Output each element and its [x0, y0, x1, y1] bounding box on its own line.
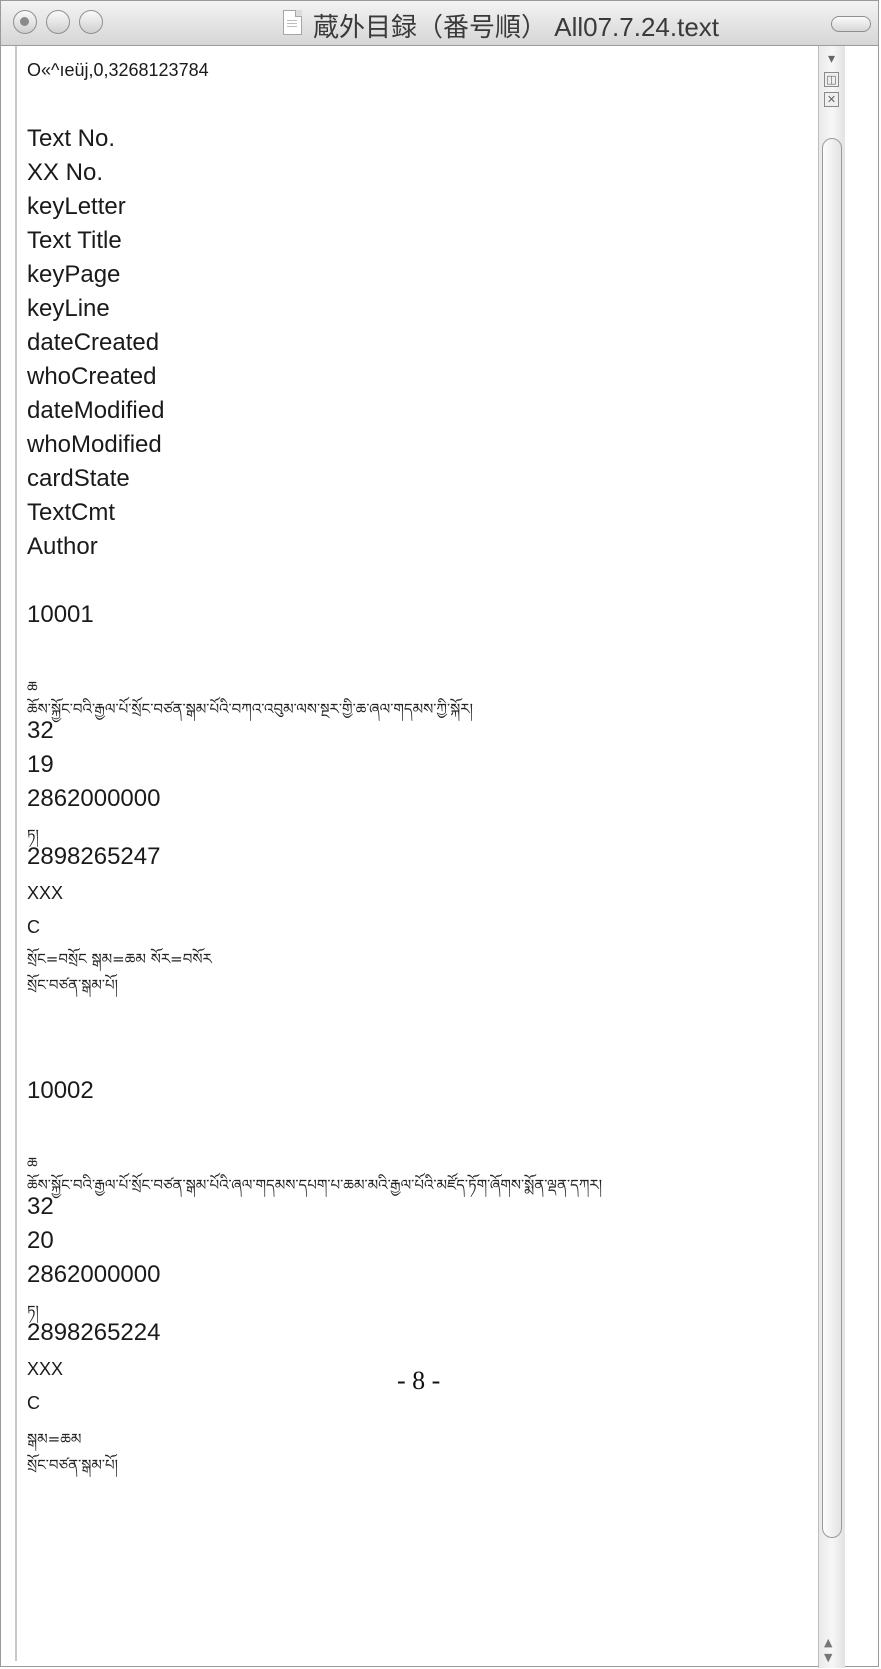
record-author: སྲོང་བཙན་སྒམ་པོ། — [27, 1456, 118, 1474]
scroll-up-arrow-icon[interactable]: ▲ — [824, 1636, 832, 1649]
minimize-window-button[interactable] — [46, 10, 70, 34]
wrap-toggle-icon[interactable]: ◫ — [824, 72, 839, 87]
field-name-text-no: Text No. — [27, 125, 116, 152]
record-who-modified: XXX — [27, 1359, 64, 1379]
record-date-created: 2862000000 — [27, 785, 161, 812]
record-key-page: 32 — [27, 1193, 54, 1220]
field-name-key-line: keyLine — [27, 295, 110, 322]
field-name-key-letter: keyLetter — [27, 193, 126, 220]
field-name-date-modified: dateModified — [27, 397, 165, 424]
vertical-scrollbar[interactable]: ▾ ◫ ✕ ▲ ▼ — [818, 46, 845, 1668]
record-title: ཆོས་སྐྱོང་བའི་རྒྱལ་པོ་སྲོང་བཙན་སྒམ་པོའི་… — [27, 1176, 603, 1194]
scroll-down-arrow-icon[interactable]: ▼ — [824, 1651, 832, 1664]
record-title: ཆོས་སྐྱོང་བའི་རྒྱལ་པོ་སྲོང་བཙན་སྒམ་པོའི་… — [27, 700, 473, 718]
split-view-triangle-icon[interactable]: ▾ — [824, 52, 839, 67]
toolbar-toggle-button[interactable] — [831, 16, 871, 32]
record-text-no: 10001 — [27, 601, 94, 628]
record-card-state: C — [27, 917, 40, 937]
window-title: 蔵外目録（番号順） All07.7.24.text — [313, 12, 719, 42]
record-key-line: 20 — [27, 1227, 54, 1254]
page-number: - 8 - — [397, 1366, 441, 1395]
field-name-who-modified: whoModified — [27, 431, 162, 458]
field-name-date-created: dateCreated — [27, 329, 160, 356]
zoom-window-button[interactable] — [79, 10, 103, 34]
close-split-icon[interactable]: ✕ — [824, 92, 839, 107]
scrollbar-thumb[interactable] — [822, 138, 842, 1538]
record-author: སྲོང་བཙན་སྒམ་པོ། — [27, 976, 118, 994]
record-who-modified: XXX — [27, 883, 64, 903]
field-name-text-title: Text Title — [27, 227, 122, 254]
record-date-modified: 2898265224 — [27, 1319, 161, 1346]
record-date-modified: 2898265247 — [27, 843, 161, 870]
field-name-author: Author — [27, 533, 98, 560]
record-text-no: 10002 — [27, 1077, 94, 1104]
close-window-button[interactable] — [13, 10, 37, 34]
document-text-area[interactable]: O«^ıeüj,0,3268123784 Text No. XX No. key… — [27, 46, 817, 1661]
record-date-created: 2862000000 — [27, 1261, 161, 1288]
field-name-who-created: whoCreated — [27, 363, 157, 390]
document-icon[interactable] — [283, 10, 302, 35]
text-margin-line — [15, 46, 17, 1661]
record-key-line: 19 — [27, 751, 54, 778]
field-name-xx-no: XX No. — [27, 159, 104, 186]
text-editor-window: 蔵外目録（番号順） All07.7.24.text O«^ıeüj,0,3268… — [0, 0, 879, 1668]
title-bar[interactable]: 蔵外目録（番号順） All07.7.24.text — [1, 1, 878, 46]
field-name-card-state: cardState — [27, 465, 130, 492]
record-key-page: 32 — [27, 717, 54, 744]
record-card-state: C — [27, 1393, 40, 1413]
header-line: O«^ıeüj,0,3268123784 — [27, 60, 209, 80]
field-name-text-cmt: TextCmt — [27, 499, 116, 526]
field-name-key-page: keyPage — [27, 261, 121, 288]
